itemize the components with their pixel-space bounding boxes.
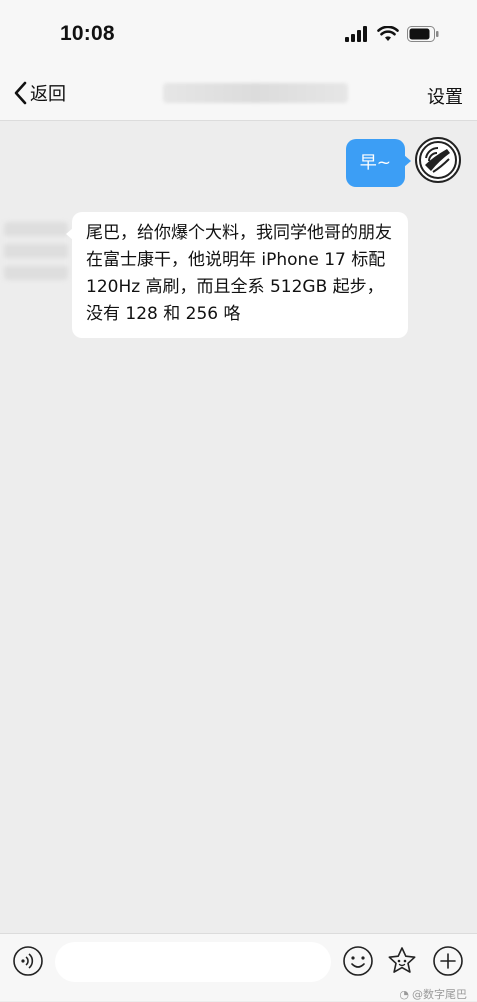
outgoing-bubble[interactable]: 早~ [345,139,412,187]
battery-icon [407,26,439,42]
voice-button[interactable] [12,945,44,977]
avatar-contact-blurred[interactable] [4,222,68,280]
avatar-self[interactable] [415,137,461,183]
chat-title-blurred [163,83,348,103]
status-bar: 10:08 [0,0,477,70]
input-bar: ◔ @数字尾巴 [0,933,477,1001]
voice-icon [13,946,43,976]
plus-button[interactable] [432,945,464,977]
emoji-icon [343,946,373,976]
avatar-logo-icon [419,141,457,179]
incoming-bubble[interactable]: 尾巴，给你爆个大料，我同学他哥的朋友在富士康干，他说明年 iPhone 17 标… [66,212,408,338]
back-label: 返回 [30,84,66,105]
status-time: 10:08 [60,22,115,45]
sticker-button[interactable] [386,945,418,977]
outgoing-message: 早~ [345,137,461,187]
message-input[interactable] [55,942,331,982]
wifi-icon [377,26,399,41]
chat-area[interactable]: 早~ 尾巴，给你爆个大料，我同学他哥的朋友在富士康干，他说明年 iPhone 1… [0,121,477,933]
settings-button[interactable]: 设置 [427,83,463,109]
signal-icon [345,26,367,42]
plus-icon [433,946,463,976]
star-sticker-icon [388,947,416,973]
back-button[interactable]: 返回 [12,80,66,106]
emoji-button[interactable] [342,945,374,977]
status-icons [345,26,439,42]
nav-bar: 返回 设置 [0,70,477,121]
weibo-icon: ◔ [399,987,409,1001]
chevron-left-icon [14,81,27,105]
incoming-message: 尾巴，给你爆个大料，我同学他哥的朋友在富士康干，他说明年 iPhone 17 标… [4,212,408,338]
